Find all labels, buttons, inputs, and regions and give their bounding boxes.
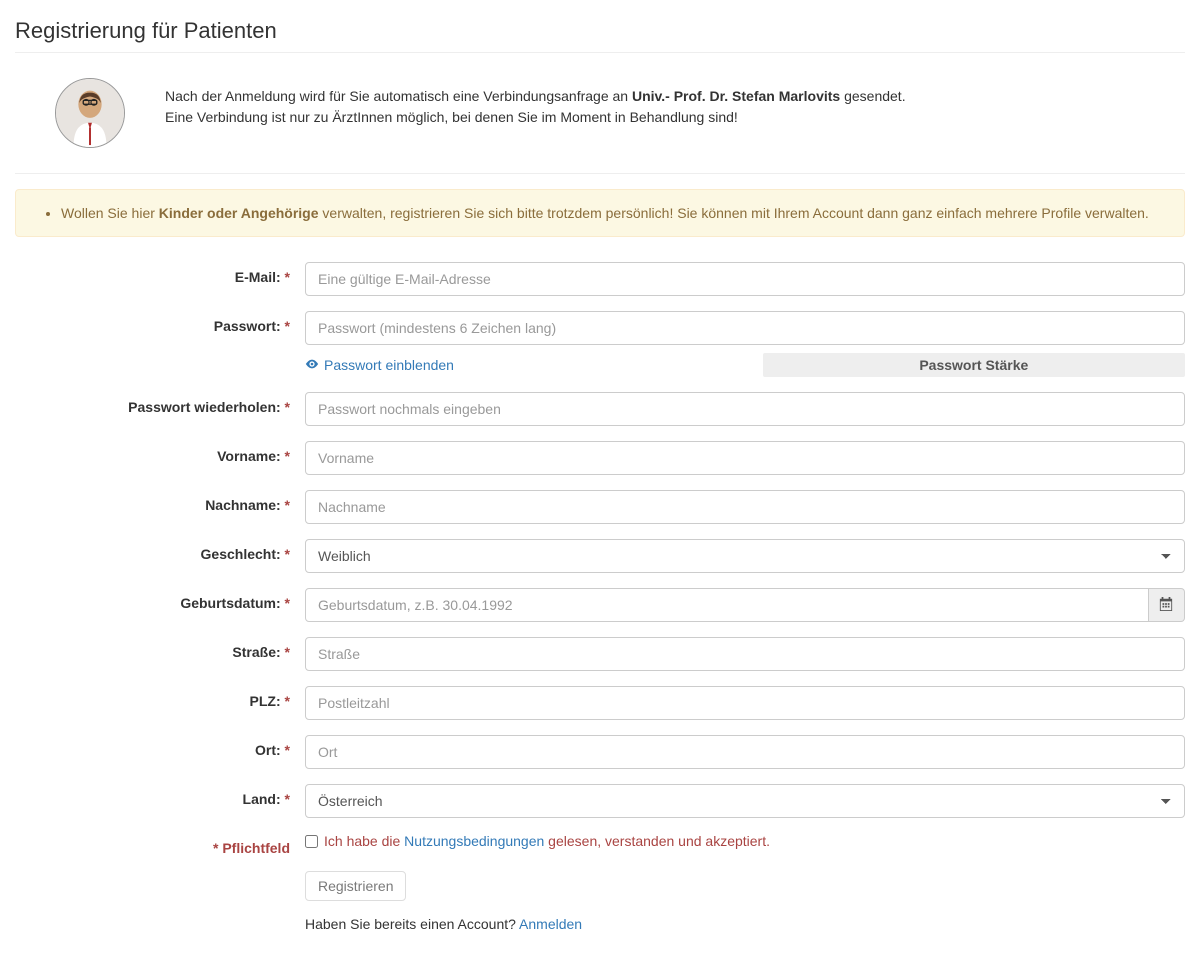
page-title: Registrierung für Patienten xyxy=(15,10,1185,53)
zip-label: PLZ: * xyxy=(15,686,305,709)
login-link[interactable]: Anmelden xyxy=(519,916,582,932)
lastname-input[interactable] xyxy=(305,490,1185,524)
country-label: Land: * xyxy=(15,784,305,807)
calendar-button[interactable] xyxy=(1149,588,1185,622)
gender-label: Geschlecht: * xyxy=(15,539,305,562)
info-alert: Wollen Sie hier Kinder oder Angehörige v… xyxy=(15,189,1185,237)
country-select[interactable]: Österreich xyxy=(305,784,1185,818)
required-note: * Pflichtfeld xyxy=(213,840,290,856)
terms-post: gelesen, verstanden und akzeptiert. xyxy=(544,833,770,849)
register-button[interactable]: Registrieren xyxy=(305,871,406,901)
login-pre: Haben Sie bereits einen Account? xyxy=(305,916,519,932)
street-label: Straße: * xyxy=(15,637,305,660)
street-input[interactable] xyxy=(305,637,1185,671)
divider xyxy=(15,173,1185,174)
zip-input[interactable] xyxy=(305,686,1185,720)
birthdate-label: Geburtsdatum: * xyxy=(15,588,305,611)
doctor-avatar xyxy=(55,78,125,148)
terms-link[interactable]: Nutzungsbedingungen xyxy=(404,833,544,849)
show-password-text: Passwort einblenden xyxy=(324,357,454,373)
intro-line1-pre: Nach der Anmeldung wird für Sie automati… xyxy=(165,88,632,104)
firstname-input[interactable] xyxy=(305,441,1185,475)
intro-text: Nach der Anmeldung wird für Sie automati… xyxy=(165,78,906,128)
birthdate-input[interactable] xyxy=(305,588,1149,622)
firstname-label: Vorname: * xyxy=(15,441,305,464)
password-input[interactable] xyxy=(305,311,1185,345)
email-label: E-Mail: * xyxy=(15,262,305,285)
terms-row[interactable]: Ich habe die Nutzungsbedingungen gelesen… xyxy=(305,833,1185,849)
registration-form: E-Mail: * Passwort: * Passwort einblende… xyxy=(15,262,1185,932)
doctor-name: Univ.- Prof. Dr. Stefan Marlovits xyxy=(632,88,840,104)
eye-icon xyxy=(305,357,319,374)
password-strength-meter: Passwort Stärke xyxy=(763,353,1185,377)
city-label: Ort: * xyxy=(15,735,305,758)
terms-pre: Ich habe die xyxy=(324,833,404,849)
gender-select[interactable]: Weiblich xyxy=(305,539,1185,573)
terms-checkbox[interactable] xyxy=(305,835,318,848)
lastname-label: Nachname: * xyxy=(15,490,305,513)
intro-line1-post: gesendet. xyxy=(840,88,905,104)
city-input[interactable] xyxy=(305,735,1185,769)
login-hint: Haben Sie bereits einen Account? Anmelde… xyxy=(305,916,1185,932)
password-label: Passwort: * xyxy=(15,311,305,334)
show-password-toggle[interactable]: Passwort einblenden xyxy=(305,353,763,377)
calendar-icon xyxy=(1159,597,1173,614)
alert-post: verwalten, registrieren Sie sich bitte t… xyxy=(319,205,1149,221)
intro-section: Nach der Anmeldung wird für Sie automati… xyxy=(15,68,1185,173)
email-input[interactable] xyxy=(305,262,1185,296)
intro-line2: Eine Verbindung ist nur zu ÄrztInnen mög… xyxy=(165,107,906,128)
password-repeat-label: Passwort wiederholen: * xyxy=(15,392,305,415)
password-repeat-input[interactable] xyxy=(305,392,1185,426)
alert-bold: Kinder oder Angehörige xyxy=(159,205,319,221)
alert-pre: Wollen Sie hier xyxy=(61,205,159,221)
